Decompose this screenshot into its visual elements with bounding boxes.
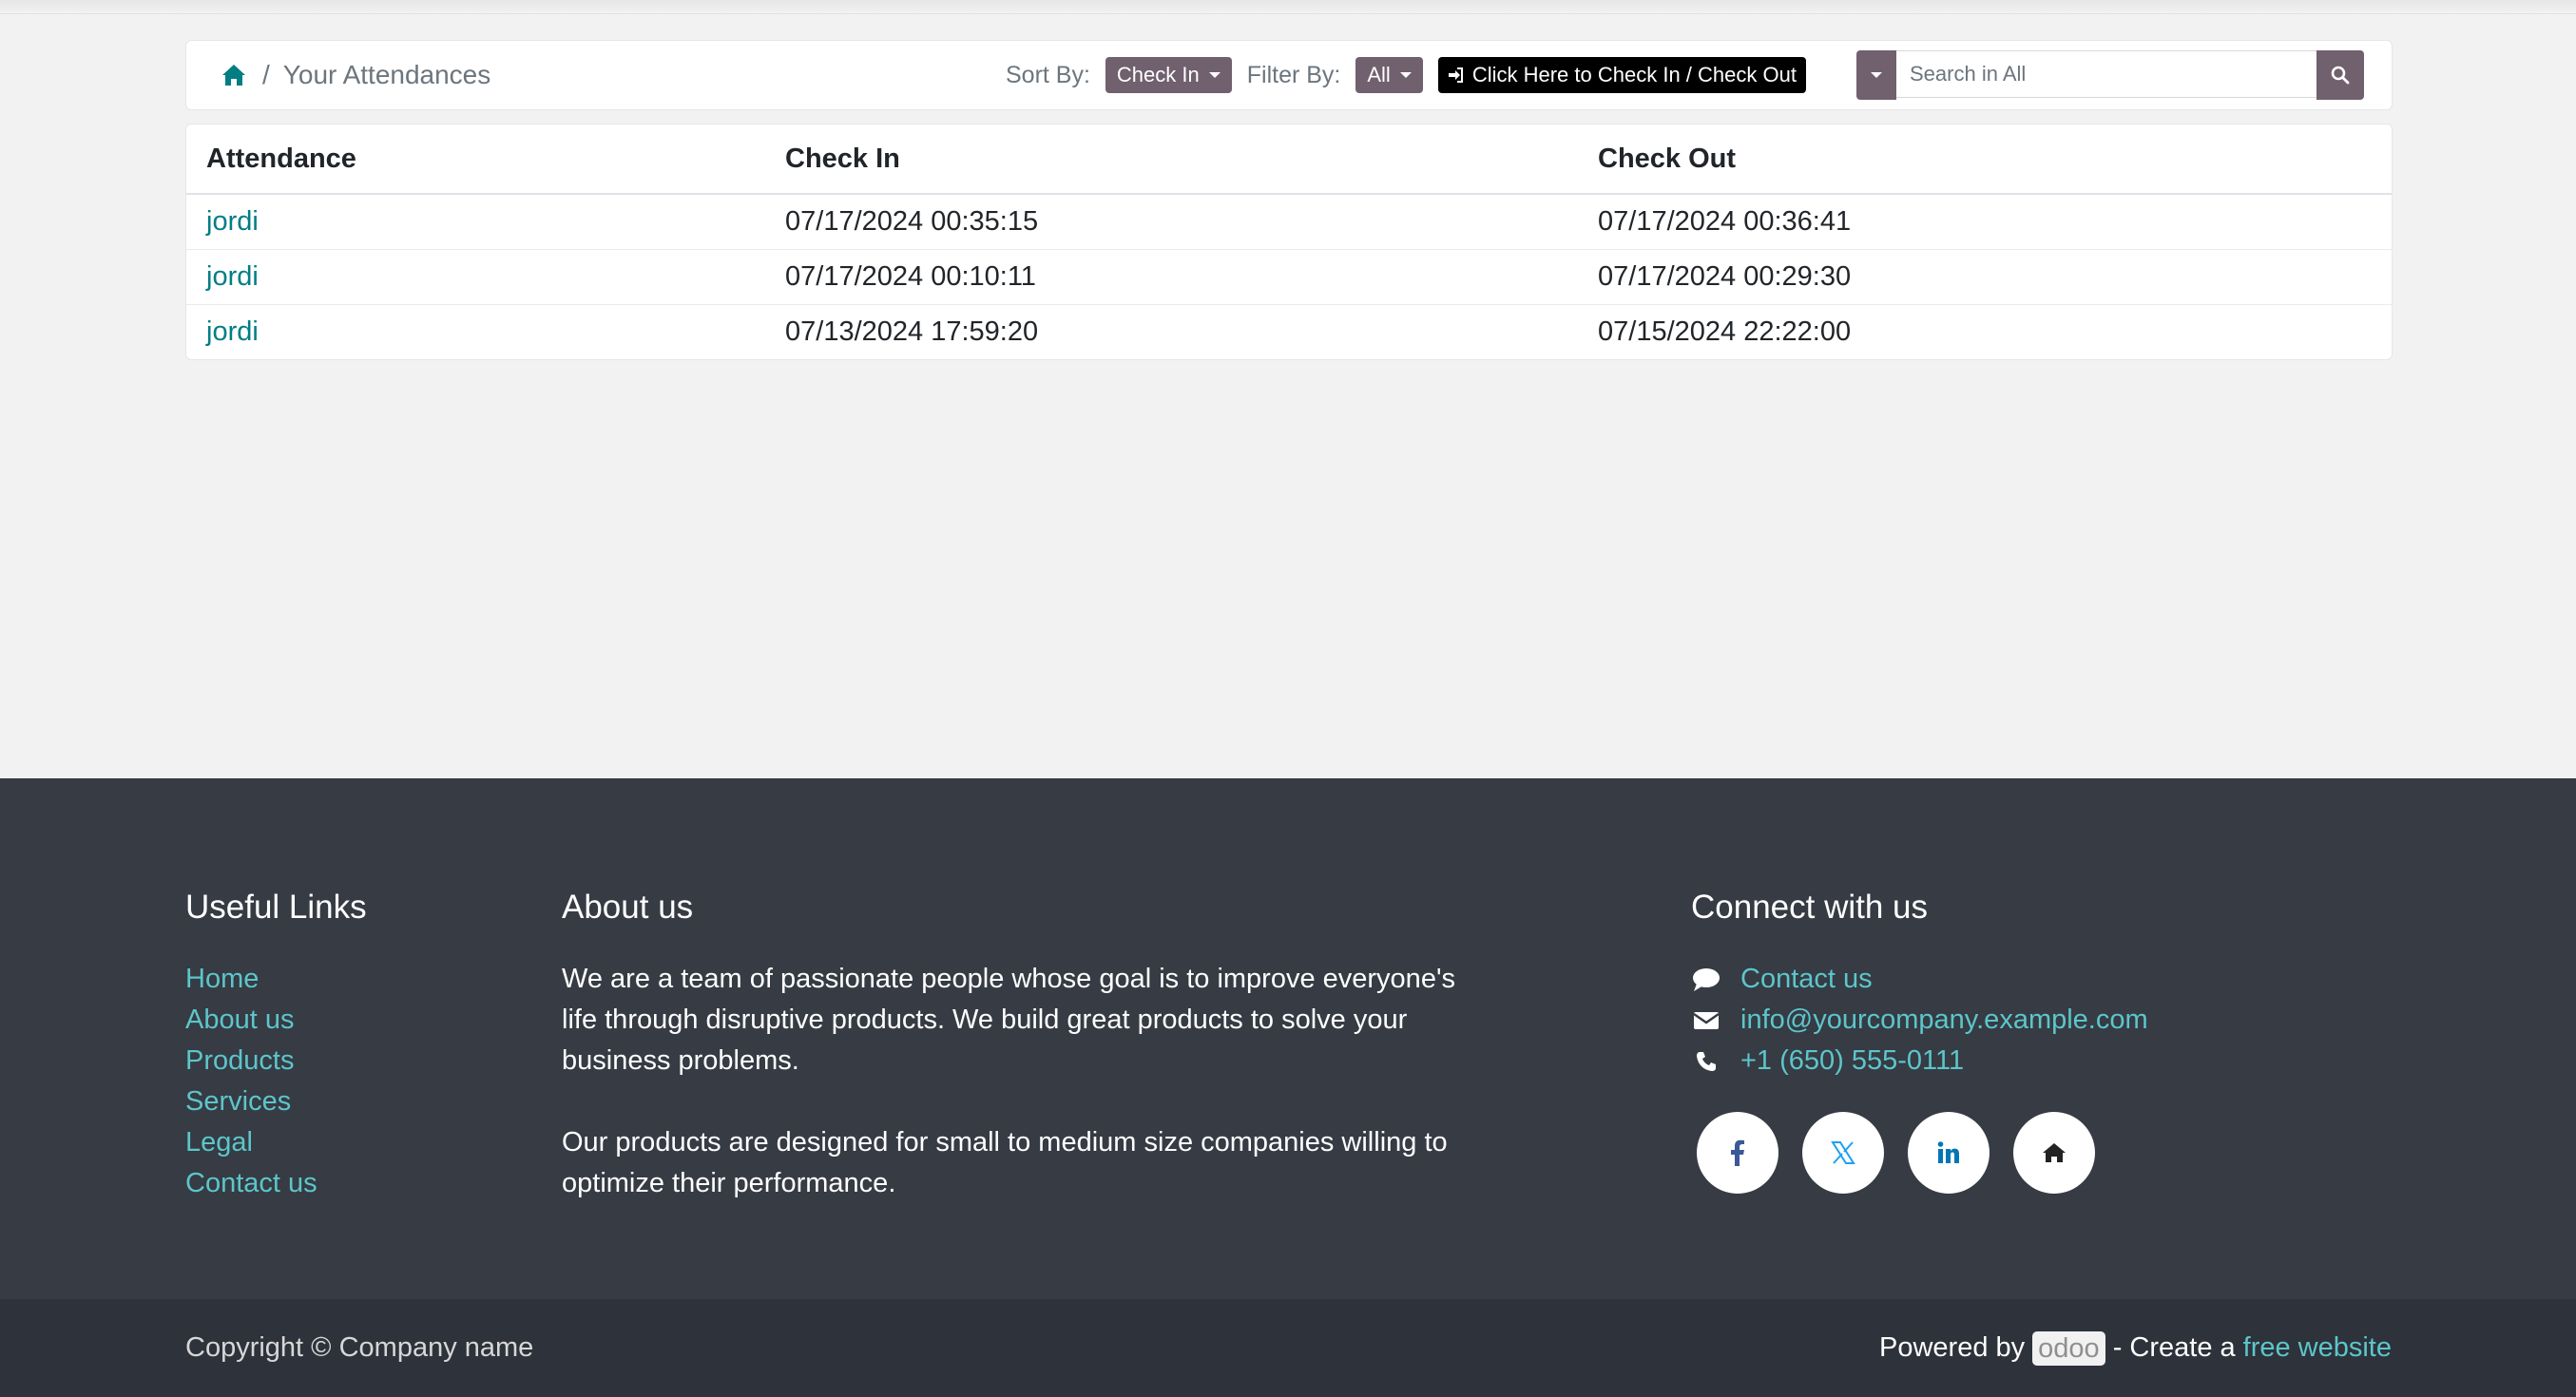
attendance-link[interactable]: jordi <box>206 316 259 347</box>
useful-links-heading: Useful Links <box>185 889 367 926</box>
column-header-check-out: Check Out <box>1578 124 2392 195</box>
breadcrumb-separator: / <box>262 60 270 89</box>
table-row: jordi 07/13/2024 17:59:20 07/15/2024 22:… <box>186 305 2392 360</box>
phone-link[interactable]: +1 (650) 555-0111 <box>1740 1045 1964 1077</box>
table-header-row: Attendance Check In Check Out <box>186 124 2392 195</box>
sort-dropdown[interactable]: Check In <box>1105 57 1232 93</box>
about-section: About us We are a team of passionate peo… <box>562 889 1455 1204</box>
powered-by: Powered by odoo - Create a free website <box>1879 1299 2392 1397</box>
caret-down-icon <box>1871 72 1882 78</box>
odoo-logo[interactable]: odoo <box>2032 1330 2105 1366</box>
useful-links-list: Home About us Products Services Legal Co… <box>185 959 367 1204</box>
check-in-cell: 07/17/2024 00:35:15 <box>765 194 1578 250</box>
attendance-link[interactable]: jordi <box>206 206 259 237</box>
home-icon[interactable] <box>221 62 247 88</box>
sort-value: Check In <box>1116 63 1200 86</box>
footer-link-services[interactable]: Services <box>185 1081 367 1122</box>
envelope-icon <box>1691 1007 1721 1034</box>
footer-link-contact[interactable]: Contact us <box>185 1163 367 1204</box>
footer-link-about[interactable]: About us <box>185 1000 367 1041</box>
bottom-bar: Copyright © Company name Powered by odoo… <box>0 1299 2576 1397</box>
attendance-table-card: Attendance Check In Check Out jordi 07/1… <box>185 124 2393 360</box>
check-in-out-button[interactable]: Click Here to Check In / Check Out <box>1437 57 1806 93</box>
check-in-out-label: Click Here to Check In / Check Out <box>1471 63 1797 86</box>
filter-value: All <box>1367 63 1391 86</box>
social-links <box>1691 1112 2148 1194</box>
filter-dropdown[interactable]: All <box>1355 57 1423 93</box>
search-button[interactable] <box>2316 50 2364 100</box>
caret-down-icon <box>1208 72 1221 78</box>
footer-link-products[interactable]: Products <box>185 1041 367 1081</box>
table-row: jordi 07/17/2024 00:10:11 07/17/2024 00:… <box>186 249 2392 305</box>
check-in-cell: 07/17/2024 00:10:11 <box>765 249 1578 305</box>
search-filter-dropdown[interactable] <box>1856 50 1896 100</box>
main-content: / Your Attendances Sort By: Check In Fil… <box>185 40 2393 360</box>
copyright-text: Copyright © Company name <box>185 1332 534 1363</box>
contact-us-row[interactable]: Contact us <box>1691 959 2148 1000</box>
breadcrumb: / Your Attendances <box>221 41 490 109</box>
about-paragraph-1: We are a team of passionate people whose… <box>562 964 1455 1076</box>
attendance-link[interactable]: jordi <box>206 261 259 292</box>
facebook-icon[interactable] <box>1697 1112 1778 1194</box>
footer: Useful Links Home About us Products Serv… <box>0 778 2576 1299</box>
breadcrumb-bar: / Your Attendances Sort By: Check In Fil… <box>185 40 2393 110</box>
contact-us-link[interactable]: Contact us <box>1740 964 1873 995</box>
check-in-cell: 07/13/2024 17:59:20 <box>785 316 1039 347</box>
search-group <box>1856 50 2365 100</box>
comment-icon <box>1691 966 1721 993</box>
connect-section: Connect with us Contact us info@yourcomp… <box>1691 889 2148 1194</box>
table-row: jordi 07/17/2024 00:35:15 07/17/2024 00:… <box>186 194 2392 250</box>
check-out-cell: 07/17/2024 00:29:30 <box>1578 249 2392 305</box>
connect-heading: Connect with us <box>1691 889 1929 926</box>
footer-link-legal[interactable]: Legal <box>185 1122 367 1163</box>
linkedin-icon[interactable] <box>1908 1112 1990 1194</box>
sign-in-icon <box>1448 67 1463 83</box>
column-header-attendance: Attendance <box>186 124 765 195</box>
useful-links-section: Useful Links Home About us Products Serv… <box>185 889 367 1204</box>
email-row[interactable]: info@yourcompany.example.com <box>1691 1000 2148 1041</box>
top-header-shadow <box>0 0 2576 14</box>
create-text: - Create a <box>2112 1332 2236 1363</box>
column-header-check-in: Check In <box>765 124 1578 195</box>
filter-label: Filter By: <box>1246 61 1341 88</box>
phone-icon <box>1691 1048 1721 1075</box>
search-input[interactable] <box>1896 50 2316 98</box>
breadcrumb-current: Your Attendances <box>282 60 491 89</box>
powered-by-label: Powered by <box>1879 1332 2026 1363</box>
about-heading: About us <box>562 889 694 926</box>
check-out-cell: 07/17/2024 00:36:41 <box>1578 194 2392 250</box>
sort-label: Sort By: <box>1006 61 1090 88</box>
free-website-link[interactable]: free website <box>2243 1332 2392 1364</box>
email-link[interactable]: info@yourcompany.example.com <box>1740 1005 2148 1036</box>
about-paragraph-2: Our products are designed for small to m… <box>562 1127 1448 1198</box>
sort-filter-group: Sort By: Check In Filter By: All Click H… <box>1006 41 1806 109</box>
phone-row[interactable]: +1 (650) 555-0111 <box>1691 1041 2148 1081</box>
footer-link-home[interactable]: Home <box>185 959 367 1000</box>
caret-down-icon <box>1399 72 1412 78</box>
x-twitter-icon[interactable] <box>1802 1112 1884 1194</box>
search-icon <box>2331 66 2350 85</box>
attendance-table: Attendance Check In Check Out jordi 07/1… <box>186 124 2392 359</box>
check-out-cell: 07/15/2024 22:22:00 <box>1598 316 1852 347</box>
home-icon[interactable] <box>2013 1112 2095 1194</box>
